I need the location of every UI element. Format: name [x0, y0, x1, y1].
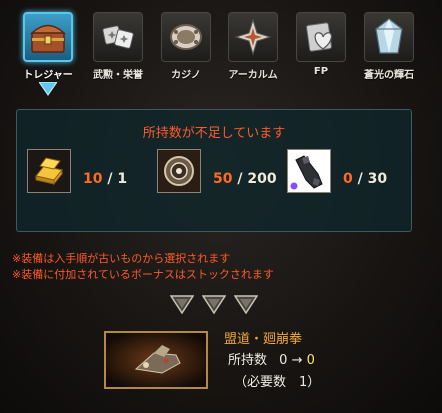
- exchange-category-tabs: トレジャー 武勲・栄誉 カジノ アーカルム FP 蒼光の輝石: [18, 8, 428, 96]
- orb-required: 200: [247, 171, 277, 187]
- shortage-panel: 所持数が不足しています 10 / 1 50 / 200 0 / 30: [16, 109, 412, 232]
- dice-cards-icon: [93, 12, 143, 62]
- orb-item-icon: [157, 149, 201, 193]
- reward-required-count: （必要数 1）: [234, 375, 321, 390]
- tab-medals-honor-label: 武勲・栄誉: [93, 70, 143, 81]
- required-item-orb: 50 / 200: [157, 149, 287, 195]
- reward-name: 盟道・廻崩拳: [224, 332, 303, 347]
- required-item-gold-bar: 10 / 1: [27, 149, 147, 195]
- owned-from: 0: [279, 353, 288, 368]
- orb-count: 50 / 200: [213, 171, 277, 187]
- tab-arcarum-label: アーカルム: [228, 70, 278, 81]
- required-item-gauntlet: 0 / 30: [287, 149, 407, 195]
- fp-heart-icon: [296, 12, 346, 62]
- orb-current: 50: [213, 171, 233, 187]
- gauntlet-current: 0: [343, 171, 353, 187]
- gauntlet-count: 0 / 30: [343, 171, 387, 187]
- treasure-chest-icon: [23, 12, 73, 62]
- empty-slot-icon[interactable]: [202, 294, 226, 314]
- shortage-message: 所持数が不足しています: [142, 126, 286, 141]
- tab-casino-label: カジノ: [171, 70, 201, 81]
- tab-azure-gem-label: 蒼光の輝石: [364, 70, 414, 81]
- gold-bar-required: 1: [117, 171, 128, 187]
- owned-to: 0: [306, 353, 315, 368]
- reward-owned-count: 所持数 0 → 0: [228, 349, 315, 368]
- empty-slot-icon[interactable]: [170, 294, 194, 314]
- tab-medals-honor[interactable]: 武勲・栄誉: [88, 8, 148, 83]
- tab-fp[interactable]: FP: [291, 8, 351, 83]
- crystal-icon: [364, 12, 414, 62]
- arrow-icon: →: [291, 353, 303, 368]
- active-tab-pointer-icon: [39, 82, 57, 96]
- gauntlet-icon: [287, 149, 331, 193]
- note-selection-order: ※装備は入手順が古いものから選択されます: [12, 252, 231, 265]
- reward-weapon-image[interactable]: [104, 331, 208, 389]
- owned-label: 所持数: [228, 353, 268, 368]
- tab-arcarum[interactable]: アーカルム: [223, 8, 283, 83]
- tab-treasure-label: トレジャー: [23, 70, 73, 81]
- gold-bar-current: 10: [83, 171, 103, 187]
- arcarum-star-icon: [228, 12, 278, 62]
- tab-casino[interactable]: カジノ: [156, 8, 216, 83]
- tab-treasure[interactable]: トレジャー: [18, 8, 78, 96]
- tab-fp-label: FP: [313, 66, 329, 77]
- material-selection-slots: [170, 294, 270, 314]
- tab-azure-gem[interactable]: 蒼光の輝石: [359, 8, 419, 83]
- count-separator: /: [232, 171, 248, 187]
- gauntlet-required: 30: [367, 171, 388, 187]
- casino-chip-icon: [161, 12, 211, 62]
- count-separator: /: [352, 171, 368, 187]
- note-bonus-stock: ※装備に付加されているボーナスはストックされます: [12, 268, 274, 281]
- gold-bar-count: 10 / 1: [83, 171, 127, 187]
- count-separator: /: [102, 171, 118, 187]
- empty-slot-icon[interactable]: [234, 294, 258, 314]
- gold-bar-icon: [27, 149, 71, 193]
